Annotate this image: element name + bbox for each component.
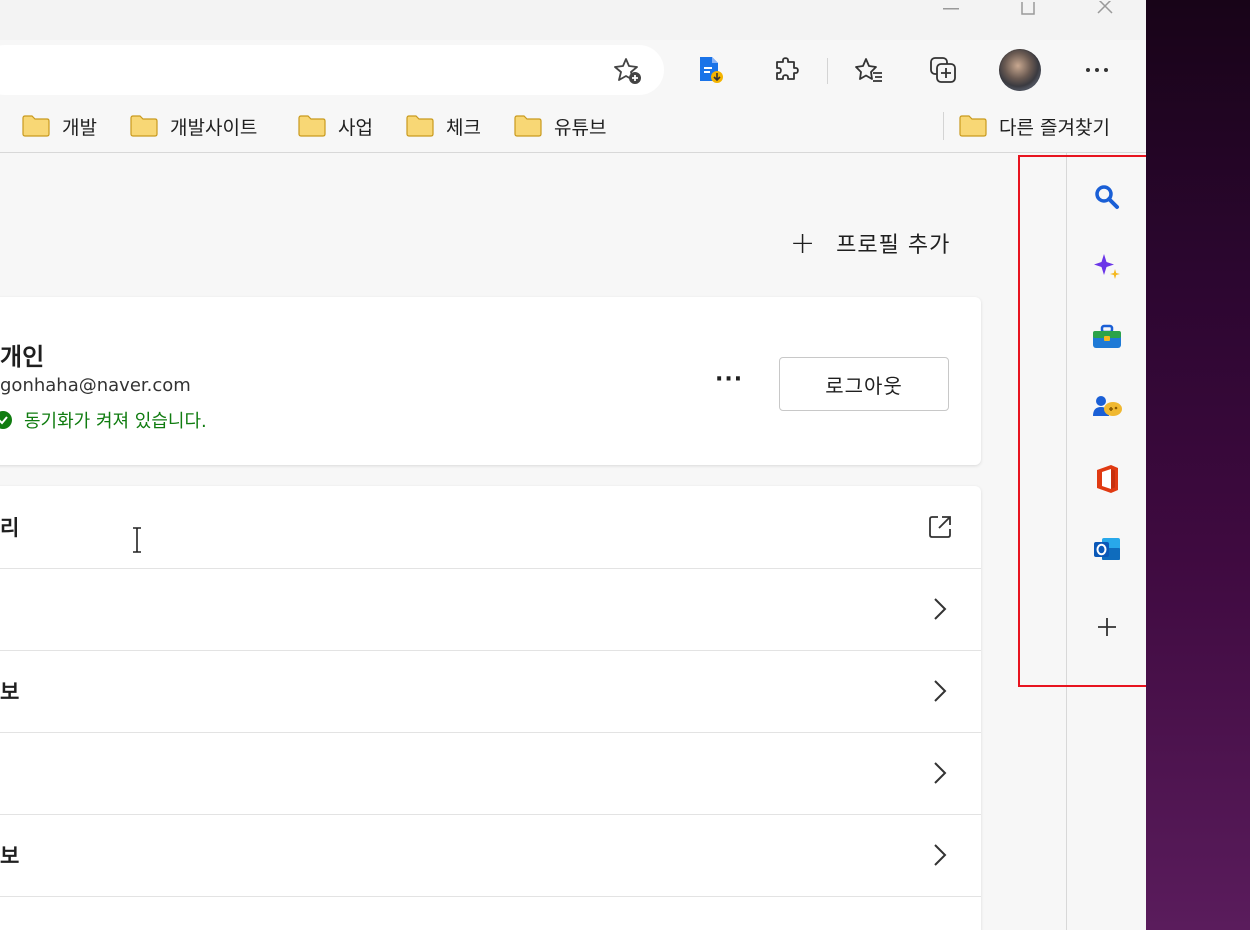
sidebar-highlight-box — [1018, 155, 1146, 687]
folder-icon — [959, 115, 987, 137]
chevron-right-icon — [927, 594, 953, 624]
folder-icon — [406, 115, 434, 137]
bookmark-label: 개발사이트 — [170, 116, 258, 139]
settings-row-label: 보 — [0, 844, 20, 868]
address-row — [0, 40, 1146, 100]
settings-row[interactable]: 리 — [0, 486, 981, 569]
collection-download-button[interactable] — [690, 50, 730, 90]
check-circle-icon — [0, 411, 12, 429]
settings-row-label: 보 — [0, 680, 20, 704]
profile-avatar[interactable] — [998, 48, 1042, 92]
desktop-background — [1146, 0, 1250, 930]
chevron-right-icon — [927, 840, 953, 870]
bookmarks-divider — [943, 112, 944, 140]
bookmarks-bar: 개발 개발사이트 사업 체크 유튜브 다른 즐겨찾기 — [0, 100, 1146, 153]
settings-content: + 프로필 추가 개인 gonhaha@naver.com 동기화가 켜져 있습… — [0, 153, 1066, 930]
folder-icon — [514, 115, 542, 137]
collections-icon — [930, 57, 956, 83]
avatar-image — [999, 49, 1041, 91]
extensions-icon — [776, 57, 799, 80]
sync-status: 동기화가 켜져 있습니다. — [0, 407, 207, 433]
settings-row[interactable] — [0, 568, 981, 651]
bookmark-folder[interactable]: 체크 — [406, 112, 481, 140]
plus-icon: + — [790, 225, 817, 261]
close-icon — [1097, 1, 1113, 14]
more-icon — [1086, 68, 1108, 72]
profile-more-button[interactable]: ··· — [715, 367, 743, 392]
chevron-right-icon — [927, 676, 953, 706]
minimize-icon — [943, 8, 959, 10]
browser-window: 개발 개발사이트 사업 체크 유튜브 다른 즐겨찾기 + 프로필 추가 개인 g… — [0, 0, 1146, 930]
bookmark-folder[interactable]: 개발 — [22, 112, 97, 140]
other-bookmarks-label: 다른 즐겨찾기 — [999, 116, 1110, 139]
other-bookmarks-folder[interactable]: 다른 즐겨찾기 — [959, 112, 1110, 140]
profile-card: 개인 gonhaha@naver.com 동기화가 켜져 있습니다. ··· 로… — [0, 297, 981, 465]
settings-row-label: 리 — [0, 516, 20, 540]
bookmark-folder[interactable]: 유튜브 — [514, 112, 606, 140]
maximize-button[interactable] — [1005, 0, 1051, 18]
maximize-icon — [1021, 2, 1035, 15]
extensions-button[interactable] — [767, 50, 807, 90]
bookmark-label: 개발 — [62, 116, 97, 139]
logout-button[interactable]: 로그아웃 — [779, 357, 949, 411]
external-link-icon — [927, 512, 953, 542]
star-add-icon[interactable] — [612, 55, 644, 87]
sync-status-text: 동기화가 켜져 있습니다. — [24, 411, 207, 432]
text-cursor-icon — [131, 527, 143, 559]
settings-list: 리 보 보 — [0, 486, 981, 930]
settings-row[interactable]: 보 — [0, 650, 981, 733]
settings-more-button[interactable] — [1077, 50, 1117, 90]
address-bar[interactable] — [0, 45, 664, 95]
close-button[interactable] — [1082, 0, 1128, 18]
collections-button[interactable] — [923, 50, 963, 90]
folder-icon — [298, 115, 326, 137]
bookmark-label: 체크 — [446, 116, 481, 139]
profile-email: gonhaha@naver.com — [0, 375, 191, 396]
bookmark-folder[interactable]: 사업 — [298, 112, 373, 140]
bookmark-label: 유튜브 — [554, 116, 607, 139]
folder-icon — [130, 115, 158, 137]
settings-row[interactable]: 보 — [0, 814, 981, 897]
folder-icon — [22, 115, 50, 137]
title-bar — [0, 0, 1146, 40]
favorites-button[interactable] — [849, 50, 889, 90]
settings-row[interactable] — [0, 732, 981, 815]
profile-name: 개인 — [0, 343, 45, 371]
favorites-icon — [855, 58, 882, 82]
toolbar-divider — [827, 58, 828, 84]
chevron-right-icon — [927, 758, 953, 788]
minimize-button[interactable] — [928, 0, 974, 18]
bookmark-label: 사업 — [338, 116, 373, 139]
collection-download-icon — [700, 57, 723, 83]
bookmark-folder[interactable]: 개발사이트 — [130, 112, 257, 140]
add-profile-label: 프로필 추가 — [836, 233, 951, 258]
add-profile-button[interactable]: + 프로필 추가 — [790, 225, 950, 261]
